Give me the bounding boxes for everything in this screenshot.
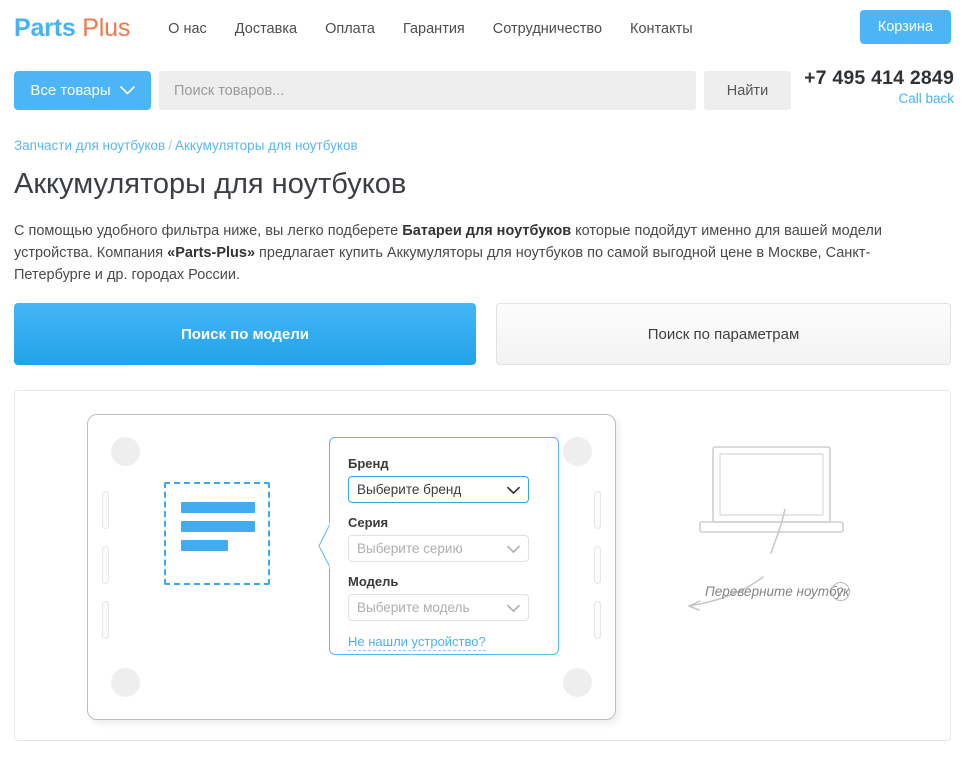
main-navigation: О нас Доставка Оплата Гарантия Сотруднич…	[168, 21, 721, 37]
battery-bar-3	[181, 540, 228, 551]
breadcrumb-item-batteries[interactable]: Аккумуляторы для ноутбуков	[175, 138, 358, 153]
model-field-label: Модель	[348, 574, 540, 589]
nav-item-cooperation[interactable]: Сотрудничество	[493, 21, 602, 37]
flip-direction-arrow-icon	[675, 509, 860, 624]
site-logo[interactable]: Parts Plus	[14, 14, 130, 43]
logo-part-plus: Plus	[82, 14, 130, 42]
vent-slot-left-2	[102, 546, 109, 584]
chevron-down-icon-brand	[507, 482, 520, 497]
screw-icon-top-left	[111, 437, 140, 466]
brand-field-label: Бренд	[348, 456, 540, 471]
nav-item-payment[interactable]: Оплата	[325, 21, 375, 37]
call-back-link[interactable]: Call back	[804, 91, 954, 106]
nav-item-about[interactable]: О нас	[168, 21, 207, 37]
battery-bar-1	[181, 502, 255, 513]
series-field-label: Серия	[348, 515, 540, 530]
screw-icon-top-right	[563, 437, 592, 466]
nav-item-contacts[interactable]: Контакты	[630, 21, 693, 37]
series-select[interactable]: Выберите серию	[348, 535, 529, 562]
model-finder-fields: Бренд Выберите бренд Серия Выберите сери…	[330, 438, 558, 651]
logo-part-parts: Parts	[14, 14, 76, 42]
screw-icon-bottom-right	[563, 668, 592, 697]
intro-bold-company: «Parts-Plus»	[167, 245, 255, 261]
nav-item-warranty[interactable]: Гарантия	[403, 21, 465, 37]
chevron-down-icon-model	[507, 600, 520, 615]
vent-slot-right-2	[594, 546, 601, 584]
breadcrumb: Запчасти для ноутбуков/Аккумуляторы для …	[14, 138, 358, 153]
phone-number[interactable]: +7 495 414 2849	[804, 67, 954, 90]
device-finder-panel: Бренд Выберите бренд Серия Выберите сери…	[14, 390, 951, 741]
series-select-value: Выберите серию	[357, 541, 463, 556]
tab-search-by-model[interactable]: Поиск по модели	[14, 303, 476, 365]
tab-search-by-parameters[interactable]: Поиск по параметрам	[496, 303, 951, 365]
vent-slot-left-3	[102, 601, 109, 639]
breadcrumb-separator: /	[168, 138, 172, 153]
model-select[interactable]: Выберите модель	[348, 594, 529, 621]
nav-item-delivery[interactable]: Доставка	[235, 21, 297, 37]
page-title: Аккумуляторы для ноутбуков	[14, 168, 406, 201]
model-select-value: Выберите модель	[357, 600, 469, 615]
search-bar: Все товары Найти +7 495 414 2849 Call ba…	[0, 57, 965, 123]
vent-slot-right-1	[594, 491, 601, 529]
chevron-down-icon	[120, 82, 135, 99]
contact-block: +7 495 414 2849 Call back	[804, 67, 954, 106]
site-header: Parts Plus О нас Доставка Оплата Гаранти…	[0, 0, 965, 57]
brand-select-value: Выберите бренд	[357, 482, 461, 497]
cart-button[interactable]: Корзина	[860, 10, 951, 44]
help-question-icon[interactable]: ?	[831, 582, 850, 601]
search-input[interactable]	[159, 71, 696, 110]
search-mode-tabs: Поиск по модели Поиск по параметрам	[0, 303, 965, 367]
laptop-bottom-case-illustration: Бренд Выберите бренд Серия Выберите сери…	[87, 414, 616, 720]
intro-bold-batteries: Батареи для ноутбуков	[402, 223, 571, 239]
battery-placeholder-icon	[164, 482, 270, 585]
page-root: Parts Plus О нас Доставка Оплата Гаранти…	[0, 0, 965, 762]
vent-slot-right-3	[594, 601, 601, 639]
callout-pointer-icon	[318, 522, 331, 568]
intro-text-1: С помощью удобного фильтра ниже, вы легк…	[14, 223, 402, 239]
flip-laptop-hint: Переверните ноутбук	[705, 584, 849, 599]
model-finder-form: Бренд Выберите бренд Серия Выберите сери…	[329, 437, 559, 655]
all-goods-label: Все товары	[30, 82, 110, 99]
brand-select[interactable]: Выберите бренд	[348, 476, 529, 503]
screw-icon-bottom-left	[111, 668, 140, 697]
device-not-found-link[interactable]: Не нашли устройство?	[348, 634, 486, 651]
find-button[interactable]: Найти	[704, 71, 791, 110]
breadcrumb-item-parts[interactable]: Запчасти для ноутбуков	[14, 138, 165, 153]
all-goods-dropdown-button[interactable]: Все товары	[14, 71, 151, 110]
battery-bar-2	[181, 521, 255, 532]
vent-slot-left-1	[102, 491, 109, 529]
chevron-down-icon-series	[507, 541, 520, 556]
page-intro-text: С помощью удобного фильтра ниже, вы легк…	[14, 220, 919, 286]
